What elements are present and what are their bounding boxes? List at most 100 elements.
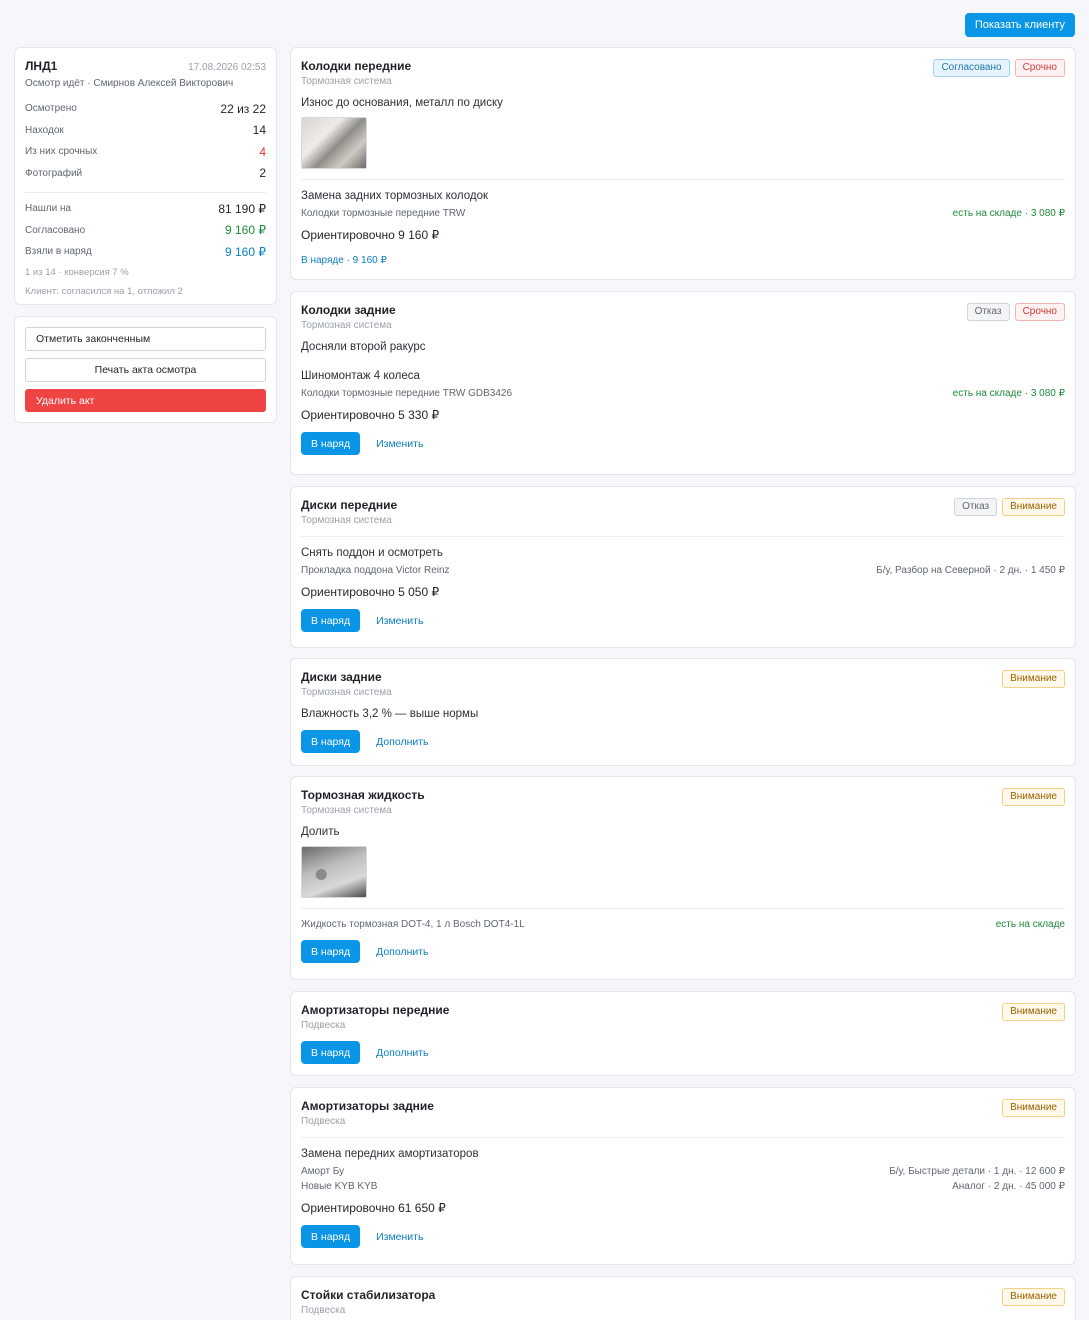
status-badge-refused: Отказ xyxy=(954,498,998,516)
finding-category: Тормозная система xyxy=(301,515,392,526)
supplement-link[interactable]: Дополнить xyxy=(376,1047,428,1059)
estimate: Ориентировочно 61 650 ₽ xyxy=(301,1201,446,1215)
add-to-order-button[interactable]: В наряд xyxy=(301,609,361,632)
finding-photo[interactable] xyxy=(301,117,367,169)
finding-category: Подвеска xyxy=(301,1020,346,1031)
badge-group: Внимание xyxy=(1002,670,1065,688)
finding-description: Износ до основания, металл по диску xyxy=(301,97,503,109)
estimate: Ориентировочно 5 330 ₽ xyxy=(301,408,440,422)
stat-value: 4 xyxy=(259,144,266,159)
add-to-order-button[interactable]: В наряд xyxy=(301,1225,361,1248)
add-to-order-button[interactable]: В наряд xyxy=(301,730,361,753)
badge-group: Внимание xyxy=(1002,1288,1065,1306)
finding-card: Колодки передние Тормозная система Согла… xyxy=(290,47,1076,280)
finding-title: Тормозная жидкость xyxy=(301,788,425,802)
badge-group: Внимание xyxy=(1002,1003,1065,1021)
mark-finished-button[interactable]: Отметить законченным xyxy=(25,327,266,351)
service-title: Замена передних амортизаторов xyxy=(301,1148,479,1160)
stat-findings: Находок 14 xyxy=(25,120,266,142)
stat-value: 9 160 ₽ xyxy=(225,223,266,238)
part-name: Прокладка поддона Victor Reinz xyxy=(301,565,450,576)
service-title: Замена задних тормозных колодок xyxy=(301,190,489,202)
status-badge-urgent: Срочно xyxy=(1014,59,1065,77)
stat-list: Осмотрено 22 из 22 Находок 14 Из них сро… xyxy=(25,98,266,184)
status-badge-attention: Внимание xyxy=(1002,1288,1065,1306)
finding-category: Подвеска xyxy=(301,1116,346,1127)
divider xyxy=(301,536,1065,537)
stat-inspected: Осмотрено 22 из 22 xyxy=(25,98,266,120)
divider xyxy=(301,1137,1065,1138)
finding-title: Диски задние xyxy=(301,670,382,684)
status-badge-attention: Внимание xyxy=(1002,670,1065,688)
stat-urgent: Из них срочных 4 xyxy=(25,141,266,163)
part-row: Колодки тормозные передние TRW есть на с… xyxy=(301,208,1065,219)
summary-header: ЛНД1 17.08.2026 02:53 xyxy=(25,59,266,73)
part-status: есть на складе · 3 080 ₽ xyxy=(952,388,1065,399)
stat-value: 9 160 ₽ xyxy=(225,244,266,259)
status-badge-urgent: Срочно xyxy=(1014,303,1065,321)
divider xyxy=(301,908,1065,909)
sidebar: ЛНД1 17.08.2026 02:53 Осмотр идёт · Смир… xyxy=(14,47,277,423)
act-subtitle: Осмотр идёт · Смирнов Алексей Викторович xyxy=(25,78,234,89)
finding-title: Колодки задние xyxy=(301,303,396,317)
finding-description: Досняли второй ракурс xyxy=(301,341,426,353)
supplement-link[interactable]: Дополнить xyxy=(376,946,428,958)
act-title: ЛНД1 xyxy=(25,59,58,73)
summary-card: ЛНД1 17.08.2026 02:53 Осмотр идёт · Смир… xyxy=(14,47,277,305)
badge-group: Внимание xyxy=(1002,788,1065,806)
finding-category: Тормозная система xyxy=(301,76,392,87)
finding-card: Колодки задние Тормозная система Отказ С… xyxy=(290,291,1076,475)
show-client-button[interactable]: Показать клиенту xyxy=(964,13,1075,37)
part-name: Колодки тормозные передние TRW xyxy=(301,208,466,219)
estimate: Ориентировочно 5 050 ₽ xyxy=(301,585,440,599)
finding-title: Амортизаторы передние xyxy=(301,1003,450,1017)
part-status: Б/у, Быстрые детали · 1 дн. · 12 600 ₽ xyxy=(889,1166,1065,1177)
status-badge-attention: Внимание xyxy=(1002,1099,1065,1117)
part-name: Новые KYB KYB xyxy=(301,1181,378,1192)
badge-group: Отказ Срочно xyxy=(966,303,1065,321)
part-row: Аморт Бу Б/у, Быстрые детали · 1 дн. · 1… xyxy=(301,1166,1065,1177)
finding-description: Долить xyxy=(301,826,340,838)
part-row: Новые KYB KYB Аналог · 2 дн. · 45 000 ₽ xyxy=(301,1181,1065,1192)
status-badge-agreed: Согласовано xyxy=(933,59,1010,77)
finding-description: Влажность 3,2 % — выше нормы xyxy=(301,708,479,720)
finding-photo[interactable] xyxy=(301,846,367,898)
add-to-order-button[interactable]: В наряд xyxy=(301,1041,361,1064)
edit-link[interactable]: Изменить xyxy=(376,1231,423,1243)
stat-label: Взяли в наряд xyxy=(25,246,92,258)
stat-label: Из них срочных xyxy=(25,146,98,158)
part-name: Колодки тормозные передние TRW GDB3426 xyxy=(301,388,513,399)
badge-group: Отказ Внимание xyxy=(954,498,1065,516)
money-list: Нашли на 81 190 ₽ Согласовано 9 160 ₽ Вз… xyxy=(25,198,266,263)
edit-link[interactable]: Изменить xyxy=(376,615,423,627)
finding-title: Стойки стабилизатора xyxy=(301,1288,436,1302)
part-row: Прокладка поддона Victor Reinz Б/у, Разб… xyxy=(301,565,1065,576)
status-badge-refused: Отказ xyxy=(966,303,1010,321)
row-actions: В наряд Изменить xyxy=(301,432,1065,455)
finding-card: Амортизаторы задние Подвеска Внимание За… xyxy=(290,1087,1076,1265)
part-status: есть на складе xyxy=(995,919,1065,930)
finding-title: Амортизаторы задние xyxy=(301,1099,434,1113)
supplement-link[interactable]: Дополнить xyxy=(376,736,428,748)
delete-act-button[interactable]: Удалить акт xyxy=(25,389,266,412)
row-actions: В наряд Дополнить xyxy=(301,730,1065,753)
finding-card: Диски задние Тормозная система Внимание … xyxy=(290,658,1076,766)
edit-link[interactable]: Изменить xyxy=(376,438,423,450)
in-order-status: В наряде · 9 160 ₽ xyxy=(301,255,387,266)
row-actions: В наряд Дополнить xyxy=(301,940,1065,963)
finding-title: Колодки передние xyxy=(301,59,412,73)
badge-group: Согласовано Срочно xyxy=(933,59,1065,77)
stat-label: Осмотрено xyxy=(25,103,77,115)
stat-photos: Фотографий 2 xyxy=(25,163,266,185)
add-to-order-button[interactable]: В наряд xyxy=(301,432,361,455)
row-actions: В наряд Изменить xyxy=(301,1225,1065,1248)
add-to-order-button[interactable]: В наряд xyxy=(301,940,361,963)
print-act-button[interactable]: Печать акта осмотра xyxy=(25,358,266,382)
stat-found-total: Нашли на 81 190 ₽ xyxy=(25,198,266,220)
divider xyxy=(301,179,1065,180)
finding-card: Стойки стабилизатора Подвеска Внимание xyxy=(290,1276,1076,1320)
stat-label: Нашли на xyxy=(25,203,72,215)
finding-card: Амортизаторы передние Подвеска Внимание … xyxy=(290,991,1076,1076)
part-status: есть на складе · 3 080 ₽ xyxy=(952,208,1065,219)
